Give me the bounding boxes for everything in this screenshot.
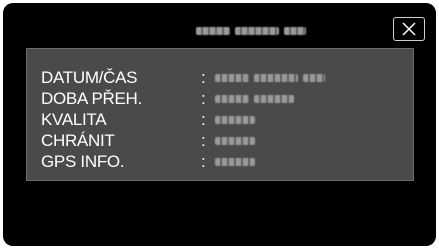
obscured-text bbox=[196, 27, 230, 35]
close-icon bbox=[402, 22, 416, 36]
info-value-obscured bbox=[215, 158, 255, 166]
info-label: KVALITA bbox=[41, 110, 107, 129]
info-colon: : bbox=[201, 110, 206, 129]
info-row-gps: GPS INFO. : bbox=[41, 153, 401, 171]
info-row-kvalita: KVALITA : bbox=[41, 111, 401, 129]
info-label: CHRÁNIT bbox=[41, 131, 115, 150]
info-colon: : bbox=[201, 131, 206, 150]
info-row-chranit: CHRÁNIT : bbox=[41, 132, 401, 150]
info-colon: : bbox=[201, 68, 206, 87]
camera-screen: DATUM/ČAS : DOBA PŘEH. : KVALITA : CHRÁN… bbox=[3, 3, 436, 246]
close-button[interactable] bbox=[393, 17, 425, 41]
info-value-obscured bbox=[215, 137, 255, 145]
info-label: GPS INFO. bbox=[41, 152, 125, 171]
info-value-obscured bbox=[215, 116, 255, 124]
info-label: DATUM/ČAS bbox=[41, 68, 138, 87]
info-colon: : bbox=[201, 152, 206, 171]
info-label: DOBA PŘEH. bbox=[41, 89, 142, 108]
obscured-text bbox=[235, 27, 279, 35]
info-row-datum: DATUM/ČAS : bbox=[41, 69, 401, 87]
info-row-doba: DOBA PŘEH. : bbox=[41, 90, 401, 108]
info-value-obscured bbox=[215, 74, 325, 82]
info-value-obscured bbox=[215, 95, 294, 103]
obscured-text bbox=[284, 27, 306, 35]
info-panel: DATUM/ČAS : DOBA PŘEH. : KVALITA : CHRÁN… bbox=[26, 48, 414, 181]
info-colon: : bbox=[201, 89, 206, 108]
screen-title-obscured bbox=[196, 25, 342, 37]
